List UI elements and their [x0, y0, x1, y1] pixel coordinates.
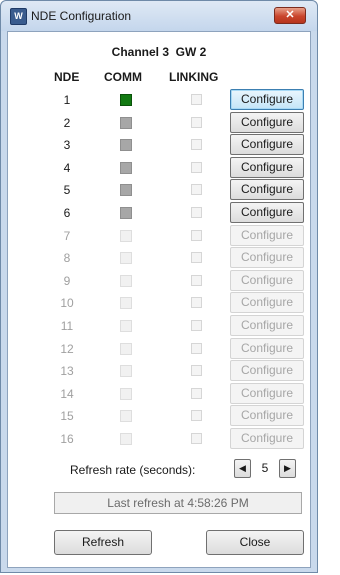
configure-button[interactable]: Configure — [230, 315, 304, 336]
right-arrow-icon: ▶ — [284, 463, 291, 473]
comm-status-indicator — [120, 94, 132, 106]
nde-row: 3 Configure — [8, 134, 310, 156]
comm-status-indicator — [120, 365, 132, 378]
linking-checkbox[interactable] — [191, 161, 202, 173]
comm-status-indicator — [120, 297, 132, 310]
nde-column-header: NDE — [54, 70, 80, 84]
nde-row: 16 Configure — [8, 428, 310, 450]
configure-button[interactable]: Configure — [230, 247, 304, 269]
linking-checkbox — [191, 252, 202, 264]
nde-number: 13 — [60, 364, 74, 379]
configure-button[interactable]: Configure — [230, 428, 304, 449]
nde-number: 11 — [60, 319, 74, 333]
title-bar[interactable]: W NDE Configuration ✕ — [1, 1, 317, 31]
nde-configuration-window: W NDE Configuration ✕ Channel 3 GW 2 NDE… — [0, 0, 318, 573]
nde-row: 1 Configure — [8, 89, 310, 111]
linking-column-header: LINKING — [169, 70, 219, 84]
comm-status-indicator — [120, 320, 132, 332]
channel-label: Channel 3 GW 2 — [111, 45, 207, 59]
window-title: NDE Configuration — [31, 9, 132, 23]
linking-checkbox — [191, 320, 202, 331]
close-button[interactable]: Close — [206, 530, 304, 555]
nde-number: 15 — [60, 409, 74, 424]
app-logo-icon: W — [10, 8, 27, 25]
linking-checkbox — [191, 387, 202, 399]
left-arrow-icon: ◀ — [239, 463, 246, 473]
comm-column-header: COMM — [104, 70, 142, 84]
nde-row: 13 Configure — [8, 360, 310, 382]
linking-checkbox[interactable] — [191, 139, 202, 151]
nde-number: 6 — [63, 206, 71, 220]
nde-row: 15 Configure — [8, 405, 310, 427]
refresh-rate-increment-button[interactable]: ▶ — [279, 459, 296, 478]
linking-checkbox — [191, 410, 202, 422]
comm-status-indicator — [120, 207, 132, 219]
nde-row: 2 Configure — [8, 111, 310, 134]
linking-checkbox[interactable] — [191, 184, 202, 196]
refresh-rate-label: Refresh rate (seconds): — [70, 463, 196, 477]
linking-checkbox — [191, 297, 202, 309]
configure-button[interactable]: Configure — [230, 292, 304, 314]
nde-number: 10 — [60, 296, 74, 311]
configure-button[interactable]: Configure — [230, 134, 304, 156]
configure-button[interactable]: Configure — [230, 337, 304, 359]
window-close-button[interactable]: ✕ — [274, 7, 306, 24]
nde-number: 8 — [63, 251, 71, 266]
nde-row: 12 Configure — [8, 337, 310, 360]
nde-row: 8 Configure — [8, 247, 310, 269]
configure-button[interactable]: Configure — [230, 111, 304, 133]
configure-button[interactable]: Configure — [230, 224, 304, 246]
nde-row: 11 Configure — [8, 315, 310, 337]
nde-number: 2 — [63, 115, 71, 130]
nde-row: 4 Configure — [8, 156, 310, 179]
comm-status-indicator — [120, 410, 132, 423]
linking-checkbox — [191, 274, 202, 286]
linking-checkbox — [191, 229, 202, 241]
nde-number: 14 — [60, 386, 74, 401]
comm-status-indicator — [120, 116, 132, 129]
nde-number: 12 — [60, 341, 74, 356]
linking-checkbox[interactable] — [191, 116, 202, 128]
linking-checkbox — [191, 365, 202, 377]
comm-status-indicator — [120, 161, 132, 174]
comm-status-indicator — [120, 229, 132, 242]
nde-number: 9 — [63, 273, 71, 288]
nde-row: 7 Configure — [8, 224, 310, 247]
comm-status-indicator — [120, 252, 132, 265]
nde-number: 16 — [60, 432, 74, 446]
linking-checkbox[interactable] — [191, 207, 202, 218]
last-refresh-status: Last refresh at 4:58:26 PM — [54, 492, 302, 514]
nde-row: 10 Configure — [8, 292, 310, 314]
comm-status-indicator — [120, 433, 132, 445]
refresh-rate-value[interactable]: 5 — [251, 459, 279, 478]
configure-button[interactable]: Configure — [230, 156, 304, 178]
refresh-rate-decrement-button[interactable]: ◀ — [234, 459, 251, 478]
configure-button[interactable]: Configure — [230, 269, 304, 291]
nde-row: 5 Configure — [8, 179, 310, 201]
nde-number: 7 — [63, 228, 71, 243]
configure-button[interactable]: Configure — [230, 382, 304, 404]
nde-row: 14 Configure — [8, 382, 310, 405]
comm-status-indicator — [120, 274, 132, 287]
configure-button[interactable]: Configure — [230, 405, 304, 427]
linking-checkbox — [191, 342, 202, 354]
nde-number: 3 — [63, 138, 71, 153]
comm-status-indicator — [120, 342, 132, 355]
comm-status-indicator — [120, 184, 132, 197]
nde-number: 1 — [63, 93, 71, 107]
dialog-body: Channel 3 GW 2 NDE COMM LINKING 1 Configu… — [7, 31, 311, 568]
linking-checkbox — [191, 433, 202, 444]
nde-row: 6 Configure — [8, 202, 310, 224]
nde-row: 9 Configure — [8, 269, 310, 292]
configure-button[interactable]: Configure — [230, 89, 304, 110]
linking-checkbox[interactable] — [191, 94, 202, 105]
nde-number: 4 — [63, 160, 71, 175]
nde-number: 5 — [63, 183, 71, 198]
configure-button[interactable]: Configure — [230, 360, 304, 382]
comm-status-indicator — [120, 387, 132, 400]
refresh-button[interactable]: Refresh — [54, 530, 152, 555]
configure-button[interactable]: Configure — [230, 202, 304, 223]
configure-button[interactable]: Configure — [230, 179, 304, 201]
comm-status-indicator — [120, 139, 132, 152]
